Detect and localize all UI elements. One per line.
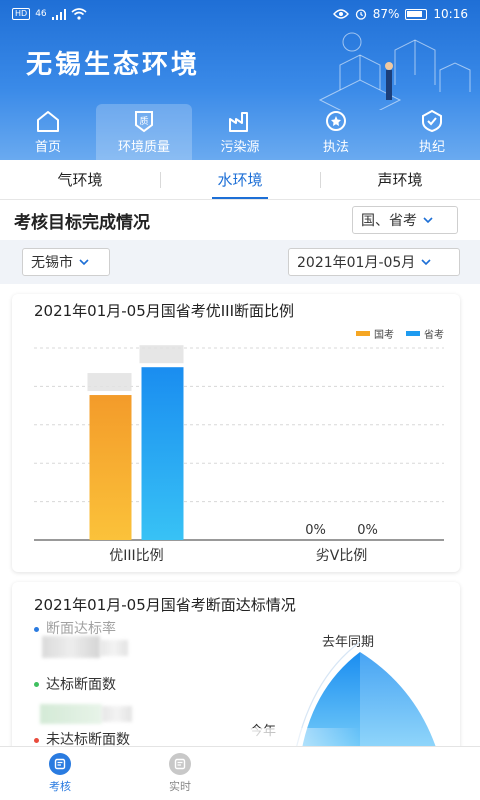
- x-tick-label: 优III比例: [109, 548, 163, 564]
- value-label: 0%: [305, 523, 326, 538]
- blurred-value: [102, 706, 132, 722]
- bar-0-0: [89, 395, 132, 540]
- compliance-rate-label: 断面达标率: [46, 621, 116, 637]
- blurred-bar-label: [87, 373, 132, 392]
- compliant-count-label: 达标断面数: [46, 677, 116, 693]
- assessment-icon: [49, 753, 71, 775]
- blurred-value: [40, 704, 102, 724]
- bar-0-1: [141, 367, 184, 540]
- bottom-nav-label: 考核: [49, 780, 71, 793]
- bottom-nav-assessment[interactable]: 考核: [0, 747, 120, 800]
- last-year-label: 去年同期: [322, 635, 375, 650]
- bottom-nav-label: 实时: [169, 780, 191, 793]
- compliance-title: 2021年01月-05月国省考断面达标情况: [34, 596, 296, 614]
- app-screen: HD 46 87% 10:16 无锡生态环境 首页 质 环境质量 污染源 执法 …: [0, 0, 480, 800]
- legend-dot: [34, 682, 39, 687]
- bar-chart: 0% 0% 优III比例 劣Ⅴ比例: [34, 345, 444, 564]
- legend-dot: [34, 627, 39, 632]
- realtime-icon: [169, 753, 191, 775]
- bottom-nav: 考核 实时: [0, 746, 480, 800]
- bottom-nav-realtime[interactable]: 实时: [120, 747, 240, 800]
- blurred-value: [100, 640, 128, 656]
- x-tick-label: 劣Ⅴ比例: [316, 548, 368, 564]
- blurred-value: [42, 636, 100, 658]
- value-label: 0%: [357, 523, 378, 538]
- blurred-bar-label: [139, 345, 184, 364]
- this-year-label: 今年: [250, 724, 277, 739]
- legend-dot: [34, 738, 39, 743]
